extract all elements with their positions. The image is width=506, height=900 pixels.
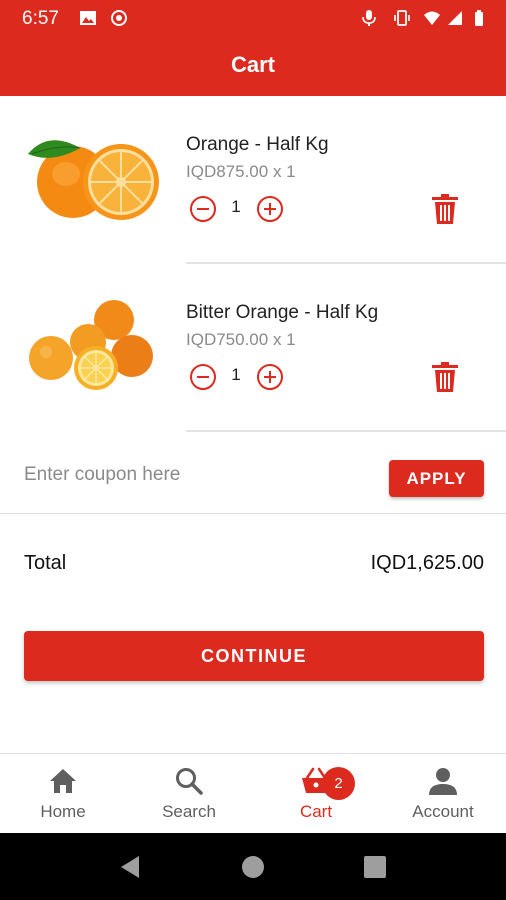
nav-account[interactable]: Account bbox=[380, 754, 506, 834]
item-name: Orange - Half Kg bbox=[186, 134, 329, 155]
app-bar: Cart bbox=[0, 36, 506, 96]
bitter-orange-product-image bbox=[29, 300, 153, 390]
nav-label: Home bbox=[40, 802, 86, 821]
signal-icon bbox=[448, 11, 462, 25]
item-price: IQD750.00 x 1 bbox=[186, 330, 296, 349]
continue-button[interactable]: CONTINUE bbox=[24, 631, 484, 681]
nav-label: Search bbox=[162, 802, 216, 821]
system-nav-bar bbox=[0, 833, 506, 900]
battery-icon bbox=[475, 10, 483, 26]
nav-label: Account bbox=[412, 802, 474, 821]
quantity-value: 1 bbox=[231, 365, 241, 384]
cart-item: Bitter Orange - Half Kg IQD750.00 x 1 1 bbox=[0, 264, 506, 432]
decrease-quantity-button[interactable] bbox=[190, 196, 216, 222]
item-price: IQD875.00 x 1 bbox=[186, 162, 296, 181]
delete-icon[interactable] bbox=[430, 193, 460, 225]
nav-home[interactable]: Home bbox=[0, 754, 126, 834]
cart-count-badge: 2 bbox=[322, 767, 355, 800]
wifi-icon bbox=[424, 11, 440, 25]
apply-coupon-button[interactable]: APPLY bbox=[389, 460, 484, 497]
gallery-notification-icon bbox=[80, 11, 96, 25]
search-icon bbox=[176, 768, 203, 795]
nav-cart[interactable]: 2 Cart bbox=[253, 754, 379, 834]
increase-quantity-button[interactable] bbox=[257, 364, 283, 390]
microphone-icon bbox=[362, 10, 376, 26]
total-value: IQD1,625.00 bbox=[370, 552, 484, 574]
decrease-quantity-button[interactable] bbox=[190, 364, 216, 390]
quantity-value: 1 bbox=[231, 197, 241, 216]
nav-label: Cart bbox=[299, 802, 333, 821]
orange-product-image bbox=[28, 140, 159, 220]
coupon-divider bbox=[0, 513, 506, 514]
nav-search[interactable]: Search bbox=[126, 754, 252, 834]
total-label: Total bbox=[24, 552, 67, 574]
home-circle-icon[interactable] bbox=[241, 855, 265, 879]
recents-icon[interactable] bbox=[363, 855, 387, 879]
increase-quantity-button[interactable] bbox=[257, 196, 283, 222]
coupon-input[interactable] bbox=[24, 458, 354, 492]
vibrate-icon bbox=[394, 10, 410, 26]
record-notification-icon bbox=[111, 10, 127, 26]
status-bar: 6:57 bbox=[0, 0, 506, 36]
home-icon bbox=[50, 769, 76, 793]
item-name: Bitter Orange - Half Kg bbox=[186, 302, 379, 323]
status-time: 6:57 bbox=[22, 8, 59, 29]
delete-icon[interactable] bbox=[430, 361, 460, 393]
item-divider bbox=[186, 430, 506, 432]
bottom-nav: Home Search 2 Cart Account bbox=[0, 753, 506, 833]
back-icon[interactable] bbox=[118, 855, 142, 879]
page-title: Cart bbox=[230, 52, 275, 77]
cart-item: Orange - Half Kg IQD875.00 x 1 1 bbox=[0, 96, 506, 264]
account-icon bbox=[429, 768, 457, 795]
